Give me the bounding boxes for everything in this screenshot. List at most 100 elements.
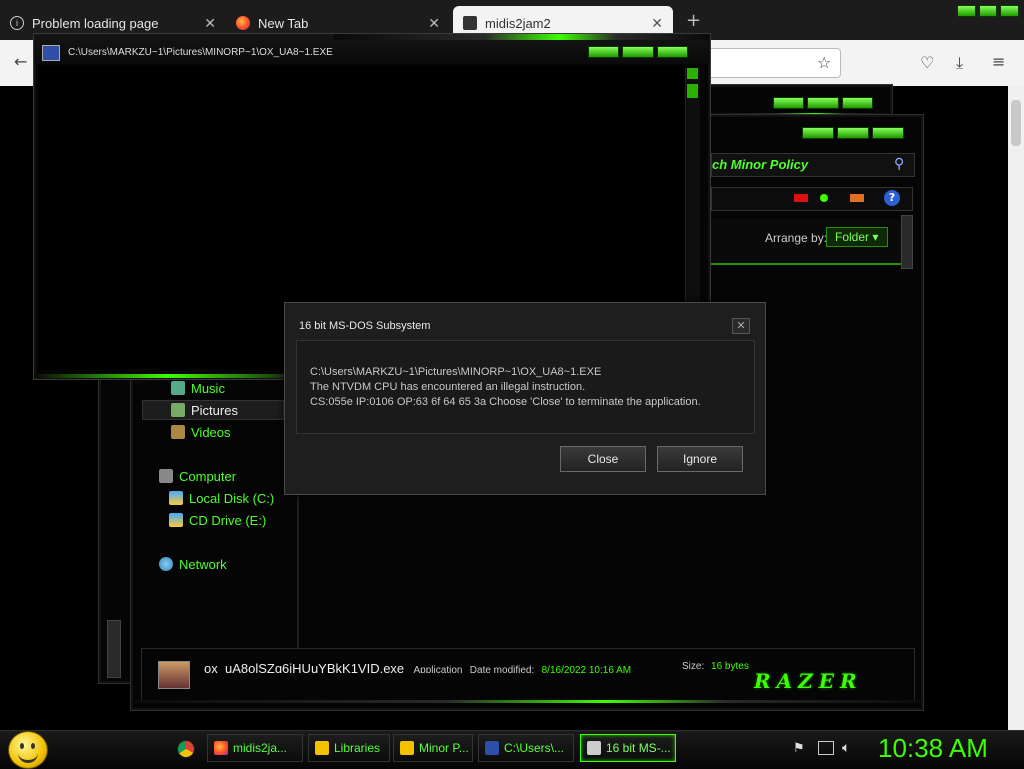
dialog-close-icon[interactable]: ✕	[732, 318, 750, 334]
orange-icon[interactable]	[850, 194, 864, 202]
page-scrollbar[interactable]	[1008, 86, 1024, 730]
details-type: Application	[413, 665, 463, 673]
close-tab-icon[interactable]: ✕	[204, 15, 216, 32]
videos-icon	[171, 425, 185, 439]
nav-item-pictures[interactable]: Pictures	[142, 400, 284, 420]
details-date-value: 8/16/2022 10:16 AM	[541, 665, 632, 673]
console-title: C:\Users\MARKZU~1\Pictures\MINORP~1\OX_U…	[68, 47, 333, 58]
pictures-icon	[171, 403, 185, 417]
help-icon[interactable]: ?	[884, 190, 900, 206]
menu-hamburger-icon[interactable]: ≡	[992, 52, 1005, 71]
dialog-message-area: C:\Users\MARKZU~1\Pictures\MINORP~1\OX_U…	[296, 340, 755, 434]
toolbar: ?	[711, 187, 913, 211]
taskbar-label: Minor P...	[419, 741, 469, 755]
nav-item-music[interactable]: Music	[171, 378, 225, 398]
nav-item-network[interactable]: Network	[159, 554, 227, 574]
nav-label: Local Disk (C:)	[189, 490, 275, 506]
volume-icon[interactable]: 🔈︎	[842, 740, 850, 756]
nav-label: Network	[179, 556, 227, 572]
close-button[interactable]: Close	[560, 446, 646, 472]
dialog-line-path: C:\Users\MARKZU~1\Pictures\MINORP~1\OX_U…	[310, 366, 602, 378]
taskbar-item-console[interactable]: C:\Users\...	[478, 734, 574, 762]
scroll-up-icon[interactable]	[687, 68, 698, 79]
details-file-name: ox_uA8olSZq6iHUuYBkK1VID.exe	[204, 661, 405, 673]
status-dot-icon	[820, 194, 828, 202]
application-file-icon	[158, 661, 190, 689]
window-control-buttons[interactable]	[773, 97, 873, 109]
arrange-label: Arrange by:	[765, 231, 828, 245]
tab-label: Problem loading page	[32, 15, 159, 31]
window-control-buttons[interactable]	[957, 5, 1020, 17]
scroll-thumb[interactable]	[687, 84, 698, 98]
close-tab-icon[interactable]: ✕	[428, 15, 440, 32]
nav-label: Videos	[191, 424, 231, 440]
details-date-label: Date modified:	[469, 665, 535, 673]
nav-label: Music	[191, 380, 225, 396]
dialog-line-detail: CS:055e IP:0106 OP:63 6f 64 65 3a Choose…	[310, 396, 701, 408]
network-icon	[159, 557, 173, 571]
taskbar-item-libraries[interactable]: Libraries	[308, 734, 390, 762]
bottom-accent	[131, 700, 923, 710]
nav-item-computer[interactable]: Computer	[159, 466, 236, 486]
details-size-value: 16 bytes	[711, 661, 749, 672]
firefox-icon	[236, 16, 250, 30]
midis2jam2-icon	[463, 16, 477, 30]
nav-label: CD Drive (E:)	[189, 512, 267, 528]
firefox-icon	[214, 741, 228, 755]
window-control-buttons[interactable]	[802, 127, 904, 139]
network-tray-icon[interactable]	[818, 741, 834, 755]
search-icon[interactable]: ⚲	[894, 156, 904, 172]
close-tab-icon[interactable]: ✕	[651, 15, 663, 32]
music-icon	[171, 381, 185, 395]
start-button-smiley-icon[interactable]	[8, 731, 48, 769]
nav-label: Pictures	[191, 402, 238, 418]
tab-label: New Tab	[258, 15, 309, 31]
right-scroll-handle[interactable]	[901, 215, 913, 269]
taskbar-item-firefox[interactable]: midis2ja...	[207, 734, 303, 762]
pocket-icon[interactable]: ♡	[920, 53, 934, 72]
computer-icon	[159, 469, 173, 483]
nav-item-videos[interactable]: Videos	[171, 422, 231, 442]
console-app-icon	[42, 45, 60, 61]
local-disk-icon	[169, 491, 183, 505]
ignore-button[interactable]: Ignore	[657, 446, 743, 472]
search-box[interactable]: ch Minor Policy ⚲	[711, 153, 915, 177]
left-scroll-handle[interactable]	[107, 620, 121, 678]
taskbar-item-minor-policy[interactable]: Minor P...	[393, 734, 473, 762]
taskbar-label: 16 bit MS-...	[606, 741, 671, 755]
ntvdm-error-dialog: 16 bit MS-DOS Subsystem ✕ C:\Users\MARKZ…	[284, 302, 766, 495]
arrange-value: Folder	[835, 230, 870, 244]
taskbar-clock[interactable]: 10:38 AM	[878, 733, 988, 764]
dialog-message: C:\Users\MARKZU~1\Pictures\MINORP~1\OX_U…	[310, 365, 701, 410]
taskbar-label: Libraries	[334, 741, 381, 755]
back-arrow-icon[interactable]: ←	[14, 52, 27, 71]
search-text: ch Minor Policy	[712, 157, 809, 172]
new-tab-button[interactable]: +	[686, 10, 701, 31]
arrange-dropdown[interactable]: Folder ▾	[826, 227, 888, 247]
tab-label: midis2jam2	[485, 15, 551, 31]
arrange-bar: Arrange by: Folder ▾	[711, 219, 913, 265]
window-accent	[334, 34, 710, 40]
nav-item-local-disk[interactable]: Local Disk (C:)	[169, 488, 274, 508]
console-control-buttons[interactable]	[588, 46, 688, 58]
details-text-row: ox_uA8olSZq6iHUuYBkK1VID.exe Application…	[204, 661, 631, 673]
download-icon[interactable]: ⤓	[956, 53, 963, 73]
taskbar-label: C:\Users\...	[504, 741, 565, 755]
scrollbar-thumb[interactable]	[1011, 100, 1021, 146]
red-icon[interactable]	[794, 194, 808, 202]
dialog-icon	[587, 741, 601, 755]
nav-item-cd-drive[interactable]: CD Drive (E:)	[169, 510, 266, 530]
bookmark-star-icon[interactable]: ☆	[817, 53, 831, 72]
taskbar-label: midis2ja...	[233, 741, 288, 755]
dialog-line-error: The NTVDM CPU has encountered an illegal…	[310, 381, 586, 393]
chrome-icon[interactable]	[177, 740, 195, 758]
razer-logo: RAZER	[754, 669, 863, 693]
info-icon: i	[10, 16, 24, 30]
console-icon	[485, 741, 499, 755]
details-size-label: Size:	[682, 661, 705, 672]
action-center-flag-icon[interactable]: ⚑	[793, 741, 805, 756]
folder-icon	[315, 741, 329, 755]
taskbar-item-dialog[interactable]: 16 bit MS-...	[580, 734, 676, 762]
folder-icon	[400, 741, 414, 755]
details-size-row: Size: 16 bytes	[682, 661, 749, 673]
